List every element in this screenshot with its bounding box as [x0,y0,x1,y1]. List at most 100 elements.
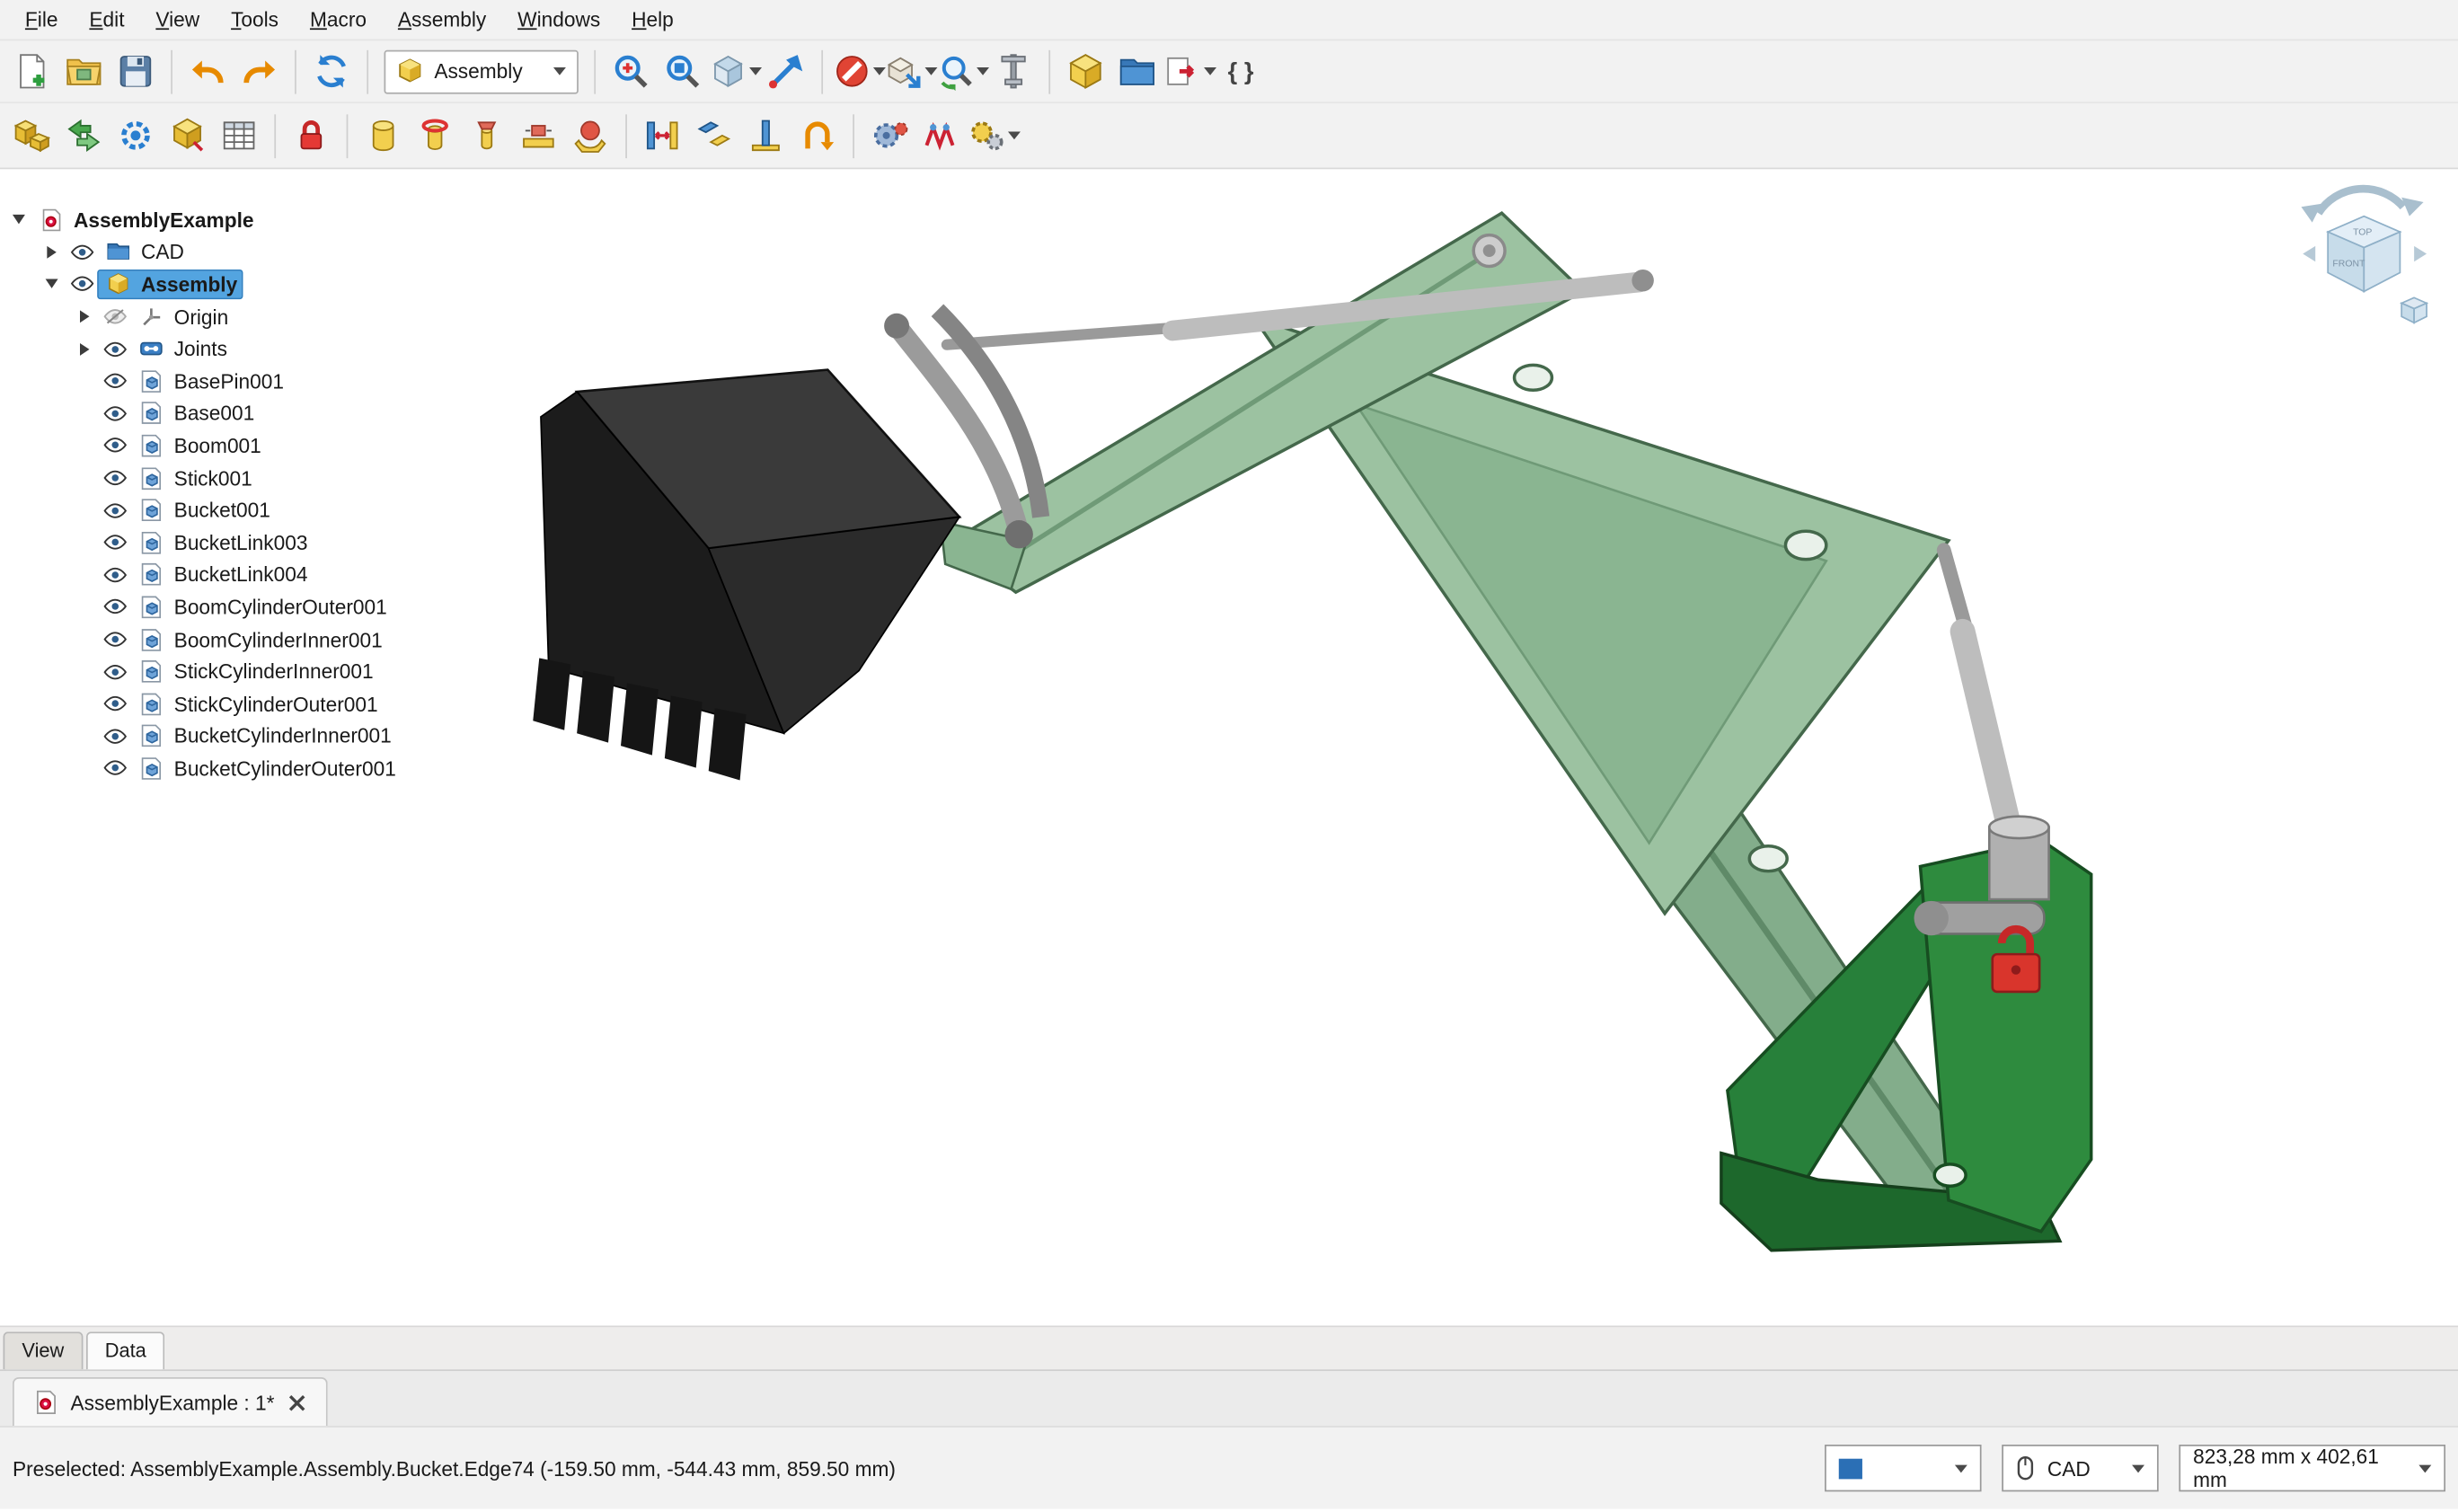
visibility-eye-icon[interactable] [97,599,131,615]
belt-joint-button[interactable] [915,110,968,162]
misc-joints-button[interactable] [968,110,1020,162]
tree-item-bucket001[interactable]: Bucket001 [0,494,552,526]
visibility-eye-icon[interactable] [97,567,131,582]
tree-item-bucketlink003[interactable]: BucketLink003 [0,526,552,559]
create-assembly-button[interactable] [6,110,58,162]
tree-item-boomcylinderinner001[interactable]: BoomCylinderInner001 [0,623,552,656]
tree-item-bucketcylinderouter001[interactable]: BucketCylinderOuter001 [0,752,552,784]
visibility-eye-icon[interactable] [97,664,131,679]
arrows-green-icon [65,116,104,155]
create-part-button[interactable] [1060,46,1112,98]
create-group-button[interactable] [1111,46,1163,98]
tree-item-joints[interactable]: Joints [0,332,552,365]
visibility-eye-icon[interactable] [65,277,99,292]
angle-joint-button[interactable] [791,110,844,162]
save-document-button[interactable] [110,46,162,98]
dropdown-caret-icon[interactable] [553,67,566,75]
viewport-size-dropdown[interactable]: 823,28 mm x 402,61 mm [2179,1445,2445,1491]
undo-button[interactable] [181,46,234,98]
menu-view[interactable]: View [140,2,216,38]
make-link-button[interactable] [1163,46,1216,98]
color-swatch-dropdown[interactable] [1825,1445,1981,1491]
tree-item-base001[interactable]: Base001 [0,397,552,429]
bill-of-materials-button[interactable] [213,110,265,162]
tree-item-cad[interactable]: CAD [0,236,552,269]
visibility-eye-icon[interactable] [97,405,131,420]
tree-item-stickcylinderouter001[interactable]: StickCylinderOuter001 [0,687,552,720]
fit-all-button[interactable] [606,46,658,98]
distance-joint-button[interactable] [636,110,688,162]
draw-style-button[interactable] [833,46,885,98]
tree-item-basepin001[interactable]: BasePin001 [0,365,552,397]
refresh-button[interactable] [305,46,358,98]
visibility-eye-icon[interactable] [97,632,131,647]
expand-arrow[interactable] [40,279,65,288]
ball-joint-button[interactable] [564,110,616,162]
dropdown-caret-icon[interactable] [1203,67,1216,75]
navigation-cube[interactable]: TOP FRONT [2290,181,2439,331]
tree-item-stick001[interactable]: Stick001 [0,462,552,494]
tree-item-boomcylinderouter001[interactable]: BoomCylinderOuter001 [0,591,552,623]
tree-item-bucketlink004[interactable]: BucketLink004 [0,559,552,591]
measure-button[interactable] [987,46,1039,98]
expand-arrow[interactable] [40,246,65,259]
sync-view-button[interactable] [760,46,812,98]
visibility-eye-icon[interactable] [97,341,131,357]
workbench-selector[interactable]: Assembly [385,49,579,93]
tree-item-bucketcylinderinner001[interactable]: BucketCylinderInner001 [0,720,552,752]
perpendicular-joint-button[interactable] [740,110,792,162]
tree-item-origin[interactable]: Origin [0,300,552,332]
panel-tab-data[interactable]: Data [86,1331,165,1369]
redo-button[interactable] [234,46,286,98]
visibility-eye-icon[interactable] [97,309,131,324]
menu-macro[interactable]: Macro [294,2,382,38]
gear-joint-button[interactable] [863,110,915,162]
view-cube-button[interactable] [709,46,761,98]
visibility-eye-icon[interactable] [97,729,131,744]
expand-arrow[interactable] [6,215,31,224]
menu-windows[interactable]: Windows [502,2,616,38]
dropdown-caret-icon[interactable] [748,67,761,75]
revolute-joint-button[interactable] [409,110,461,162]
visibility-eye-icon[interactable] [97,438,131,453]
open-document-button[interactable] [58,46,111,98]
tree-item-assembly[interactable]: Assembly [0,269,552,301]
new-document-button[interactable] [6,46,58,98]
dropdown-caret-icon[interactable] [1007,131,1020,139]
menu-edit[interactable]: Edit [74,2,140,38]
menu-file[interactable]: File [9,2,73,38]
tree-item-assemblyexample[interactable]: AssemblyExample [0,204,552,236]
toggle-grounded-button[interactable] [286,110,338,162]
visibility-eye-icon[interactable] [97,696,131,712]
panel-tab-view[interactable]: View [3,1331,83,1369]
visibility-eye-icon[interactable] [97,470,131,485]
visibility-eye-icon[interactable] [97,535,131,550]
expression-editor-button[interactable]: { } [1215,46,1267,98]
menu-help[interactable]: Help [616,2,690,38]
std-views-button[interactable] [884,46,936,98]
visibility-eye-icon[interactable] [97,761,131,776]
menu-tools[interactable]: Tools [216,2,295,38]
close-tab-button[interactable] [287,1393,307,1413]
insert-component-button[interactable] [58,110,111,162]
slider-joint-button[interactable] [513,110,565,162]
bucket-part[interactable] [533,370,959,781]
tree-item-stickcylinderinner001[interactable]: StickCylinderInner001 [0,656,552,688]
parallel-joint-button[interactable] [688,110,740,162]
menu-assembly[interactable]: Assembly [382,2,501,38]
navigation-style-dropdown[interactable]: CAD [2002,1445,2158,1491]
visibility-eye-icon[interactable] [65,244,99,260]
cylindrical-joint-button[interactable] [461,110,513,162]
expand-arrow[interactable] [72,342,97,355]
visibility-eye-icon[interactable] [97,502,131,517]
document-tab[interactable]: AssemblyExample : 1* [13,1377,328,1426]
solve-assembly-button[interactable] [110,110,162,162]
fit-selection-button[interactable] [657,46,709,98]
zoom-tools-button[interactable] [936,46,988,98]
exploded-view-button[interactable] [162,110,214,162]
fixed-joint-button[interactable] [358,110,410,162]
visibility-eye-icon[interactable] [97,374,131,389]
dropdown-caret-icon[interactable] [976,67,988,75]
expand-arrow[interactable] [72,310,97,323]
tree-item-boom001[interactable]: Boom001 [0,429,552,462]
